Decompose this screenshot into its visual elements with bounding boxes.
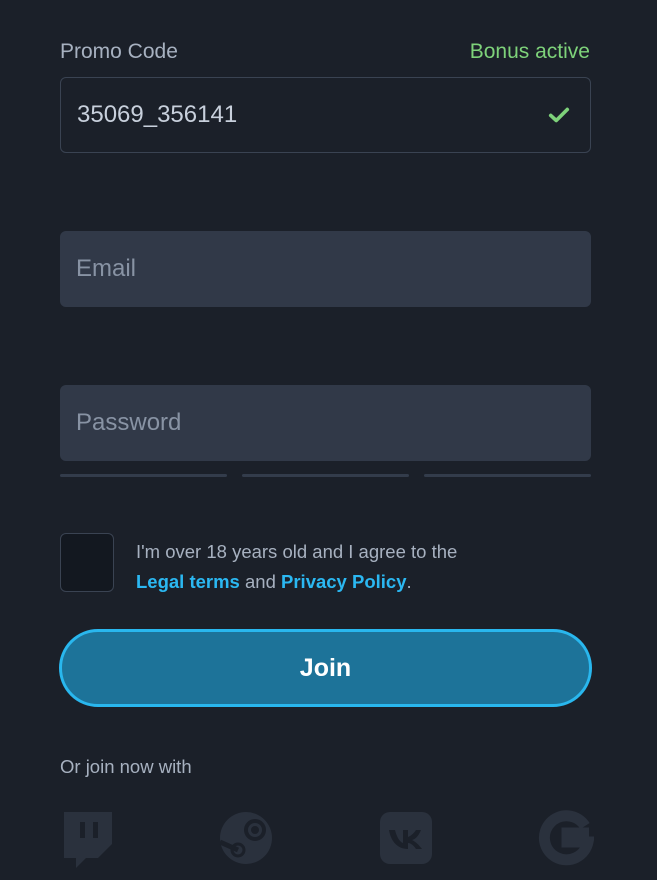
twitch-login-button[interactable] xyxy=(60,808,116,868)
checkmark-icon xyxy=(548,107,570,123)
password-strength-segment xyxy=(242,474,409,477)
agreement-connector: and xyxy=(245,571,276,592)
password-input[interactable] xyxy=(76,385,571,461)
agreement-text-intro: I'm over 18 years old and I agree to the xyxy=(136,541,458,562)
join-button[interactable]: Join xyxy=(59,629,592,707)
signup-form: Promo Code Bonus active I'm over 18 year… xyxy=(0,0,657,880)
vk-icon xyxy=(380,812,432,864)
bonus-status-label: Bonus active xyxy=(469,40,590,63)
google-icon xyxy=(538,810,594,866)
password-strength-segment xyxy=(60,474,227,477)
twitch-icon xyxy=(64,812,112,868)
promo-code-field xyxy=(60,77,591,153)
age-terms-checkbox[interactable] xyxy=(60,533,114,592)
email-input[interactable] xyxy=(76,231,571,307)
agreement-text: I'm over 18 years old and I agree to the… xyxy=(136,537,596,597)
vk-login-button[interactable] xyxy=(378,808,434,868)
promo-code-label: Promo Code xyxy=(60,40,178,63)
agreement-trailing: . xyxy=(406,571,412,592)
password-strength-segment xyxy=(424,474,591,477)
steam-icon xyxy=(218,812,272,864)
privacy-policy-link[interactable]: Privacy Policy xyxy=(281,571,406,592)
steam-login-button[interactable] xyxy=(218,808,274,868)
password-field xyxy=(60,385,591,461)
social-join-label: Or join now with xyxy=(60,756,192,777)
email-field xyxy=(60,231,591,307)
promo-code-input[interactable] xyxy=(77,78,517,152)
legal-terms-link[interactable]: Legal terms xyxy=(136,571,240,592)
google-login-button[interactable] xyxy=(538,808,594,868)
